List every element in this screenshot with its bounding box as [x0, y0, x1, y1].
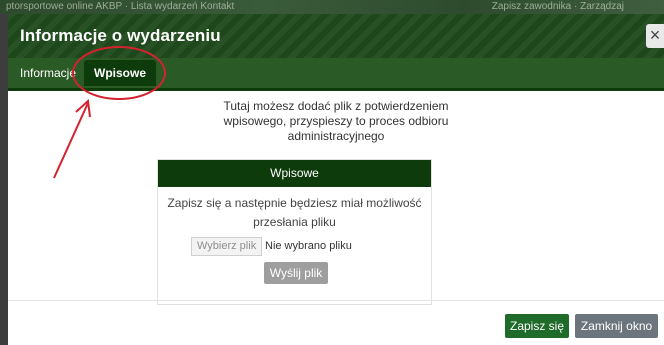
no-file-label: Nie wybrano pliku — [265, 240, 352, 252]
panel-text-line-1: Zapisz się a następnie będziesz miał moż… — [167, 196, 422, 210]
background-left-edge — [0, 14, 8, 345]
panel-text-line-2: przesłania pliku — [253, 215, 336, 229]
modal-header: Informacje o wydarzeniu × — [8, 14, 664, 58]
background-left-text: ptorsportowe online AKBP · Lista wydarze… — [6, 1, 235, 12]
panel-header: Wpisowe — [158, 160, 431, 187]
close-window-button[interactable]: Zamknij okno — [575, 314, 658, 338]
modal-tabs: Informacje Wpisowe — [8, 58, 664, 88]
footer-divider — [8, 300, 664, 301]
background-right-text: Zapisz zawodnika · Zarządzaj — [491, 1, 624, 12]
wpisowe-panel: Wpisowe Zapisz się a następnie będziesz … — [157, 159, 432, 305]
panel-text: Zapisz się a następnie będziesz miał moż… — [158, 194, 431, 232]
sign-up-button[interactable]: Zapisz się — [505, 314, 569, 338]
tab-informacje[interactable]: Informacje — [12, 60, 84, 86]
modal-title: Informacje o wydarzeniu — [20, 26, 221, 45]
intro-line-1: Tutaj możesz dodać plik z potwierdzeniem — [223, 99, 449, 113]
choose-file-button[interactable]: Wybierz plik — [191, 237, 263, 256]
background-site-strip: ptorsportowe online AKBP · Lista wydarze… — [0, 0, 664, 14]
intro-line-2: wpisowego, przyspieszy to proces odbioru — [223, 114, 449, 128]
intro-text: Tutaj możesz dodać plik z potwierdzeniem… — [8, 99, 664, 144]
intro-line-3: administracyjnego — [287, 129, 385, 143]
event-info-modal: Informacje o wydarzeniu × Informacje Wpi… — [8, 14, 664, 345]
tab-underline — [8, 88, 664, 91]
send-file-button[interactable]: Wyślij plik — [264, 262, 328, 284]
close-icon[interactable]: × — [646, 24, 664, 48]
tab-wpisowe[interactable]: Wpisowe — [84, 60, 157, 86]
